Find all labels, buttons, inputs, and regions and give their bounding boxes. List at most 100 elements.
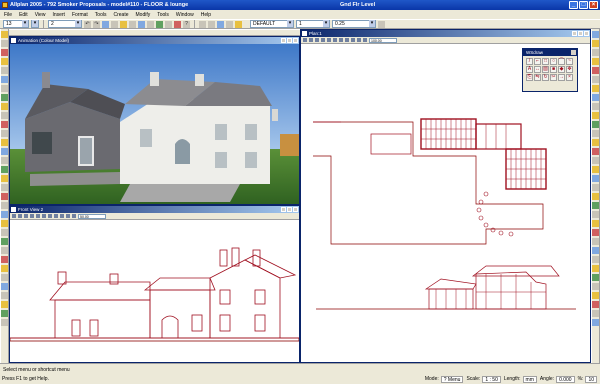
redraw-icon[interactable]: [345, 38, 349, 42]
roof-icon[interactable]: [1, 76, 8, 83]
viewpoint-icon[interactable]: [351, 38, 355, 42]
redo-icon[interactable]: ↷: [93, 20, 100, 28]
eye-icon[interactable]: [357, 38, 361, 42]
dimension-icon[interactable]: ↔: [534, 66, 541, 73]
minimize-button[interactable]: [572, 31, 577, 36]
pen-combo[interactable]: 13: [3, 20, 29, 28]
next-view-icon[interactable]: [333, 38, 337, 42]
menu-file[interactable]: File: [3, 12, 13, 18]
mirror-icon[interactable]: ⇋: [534, 74, 541, 81]
zoom-window-icon[interactable]: [592, 274, 599, 281]
area-icon[interactable]: [592, 184, 599, 191]
redraw-icon[interactable]: [54, 214, 58, 218]
layer-icon[interactable]: [129, 20, 136, 28]
close-button[interactable]: [584, 31, 589, 36]
print-icon[interactable]: [1, 247, 8, 254]
front-view-window[interactable]: Front View 2 50.00: [9, 205, 300, 363]
distance-icon[interactable]: [592, 148, 599, 155]
snap-icon[interactable]: [592, 49, 599, 56]
symbol-icon[interactable]: ◆: [558, 66, 565, 73]
settings-icon[interactable]: [147, 20, 154, 28]
hatch-icon[interactable]: ▨: [542, 66, 549, 73]
zoom-out-icon[interactable]: [309, 38, 313, 42]
redraw-icon[interactable]: [102, 20, 109, 28]
text-icon[interactable]: A: [526, 66, 533, 73]
midpoint-icon[interactable]: [592, 67, 599, 74]
pan-icon[interactable]: [24, 214, 28, 218]
ucs-icon[interactable]: [592, 211, 599, 218]
terrain-icon[interactable]: [1, 229, 8, 236]
previous-view-icon[interactable]: [36, 214, 40, 218]
elevation-icon[interactable]: [1, 175, 8, 182]
properties-icon[interactable]: [378, 20, 385, 28]
next-view-icon[interactable]: [592, 292, 599, 299]
minimize-button[interactable]: [281, 207, 286, 212]
zoom-window-icon[interactable]: [339, 38, 343, 42]
window-tool-icon[interactable]: [1, 58, 8, 65]
ortho-icon[interactable]: [592, 130, 599, 137]
model-icon[interactable]: [1, 310, 8, 317]
percent-value[interactable]: 10: [585, 376, 597, 383]
menu-edit[interactable]: Edit: [18, 12, 29, 18]
front-zoom-combo[interactable]: 50.00: [78, 213, 106, 219]
grid-icon[interactable]: [165, 20, 172, 28]
column-icon[interactable]: [1, 103, 8, 110]
quantity-icon[interactable]: [1, 283, 8, 290]
volume-icon[interactable]: [592, 193, 599, 200]
animation-window[interactable]: Animation (Colour Model): [9, 36, 300, 205]
menu-tools-2[interactable]: Tools: [156, 12, 170, 18]
select-icon[interactable]: [592, 40, 599, 47]
light-icon[interactable]: [1, 202, 8, 209]
thickness-combo[interactable]: 0.25: [332, 20, 376, 28]
layout-icon[interactable]: [1, 292, 8, 299]
minimize-button[interactable]: [281, 38, 286, 43]
hatch-icon[interactable]: [1, 148, 8, 155]
mode-value[interactable]: ? Menu: [440, 376, 464, 383]
offset-icon[interactable]: [592, 157, 599, 164]
undo-icon[interactable]: ↶: [84, 20, 91, 28]
help-icon[interactable]: ?: [183, 20, 190, 28]
eye-icon[interactable]: [66, 214, 70, 218]
close-button[interactable]: [293, 38, 298, 43]
number-combo[interactable]: 1: [296, 20, 330, 28]
stair-icon[interactable]: [1, 85, 8, 92]
angle-value[interactable]: 0.000: [556, 376, 575, 383]
zoom-out-icon[interactable]: [18, 214, 22, 218]
menu-format[interactable]: Format: [71, 12, 89, 18]
plan-zoom-combo[interactable]: 100.00: [369, 37, 397, 43]
zoom-in-icon[interactable]: [12, 214, 16, 218]
door-icon[interactable]: [1, 67, 8, 74]
options-icon[interactable]: [592, 319, 599, 326]
front-view-drawing[interactable]: [10, 220, 299, 362]
next-view-icon[interactable]: [42, 214, 46, 218]
view-cube-icon[interactable]: [592, 229, 599, 236]
line-combo[interactable]: 2: [48, 20, 82, 28]
maximize-button[interactable]: □: [579, 1, 588, 9]
zoom-all-icon[interactable]: [321, 38, 325, 42]
previous-view-icon[interactable]: [592, 283, 599, 290]
track-icon[interactable]: [592, 166, 599, 173]
move-icon[interactable]: ✥: [566, 66, 573, 73]
length-value[interactable]: mm: [522, 376, 537, 383]
filter-icon[interactable]: [226, 20, 233, 28]
highlight-icon[interactable]: [235, 20, 242, 28]
rotate-icon[interactable]: ↻: [542, 74, 549, 81]
scale-value[interactable]: 1 : 50: [482, 376, 501, 383]
report-icon[interactable]: [1, 265, 8, 272]
menu-window[interactable]: Window: [175, 12, 195, 18]
refresh-icon[interactable]: [592, 301, 599, 308]
zoom-window-icon[interactable]: [48, 214, 52, 218]
render-icon[interactable]: [363, 38, 367, 42]
copy-icon[interactable]: ⎘: [526, 74, 533, 81]
info-icon[interactable]: [1, 319, 8, 326]
plot-icon[interactable]: [1, 256, 8, 263]
circle-icon[interactable]: ○: [550, 58, 557, 65]
maximize-button[interactable]: [287, 38, 292, 43]
display-icon[interactable]: [217, 20, 224, 28]
zoom-all-icon[interactable]: [592, 265, 599, 272]
endpoint-icon[interactable]: [592, 76, 599, 83]
plane-icon[interactable]: [592, 220, 599, 227]
grid-snap-icon[interactable]: [592, 121, 599, 128]
layer-combo[interactable]: DEFAULT: [250, 20, 294, 28]
maximize-button[interactable]: [578, 31, 583, 36]
